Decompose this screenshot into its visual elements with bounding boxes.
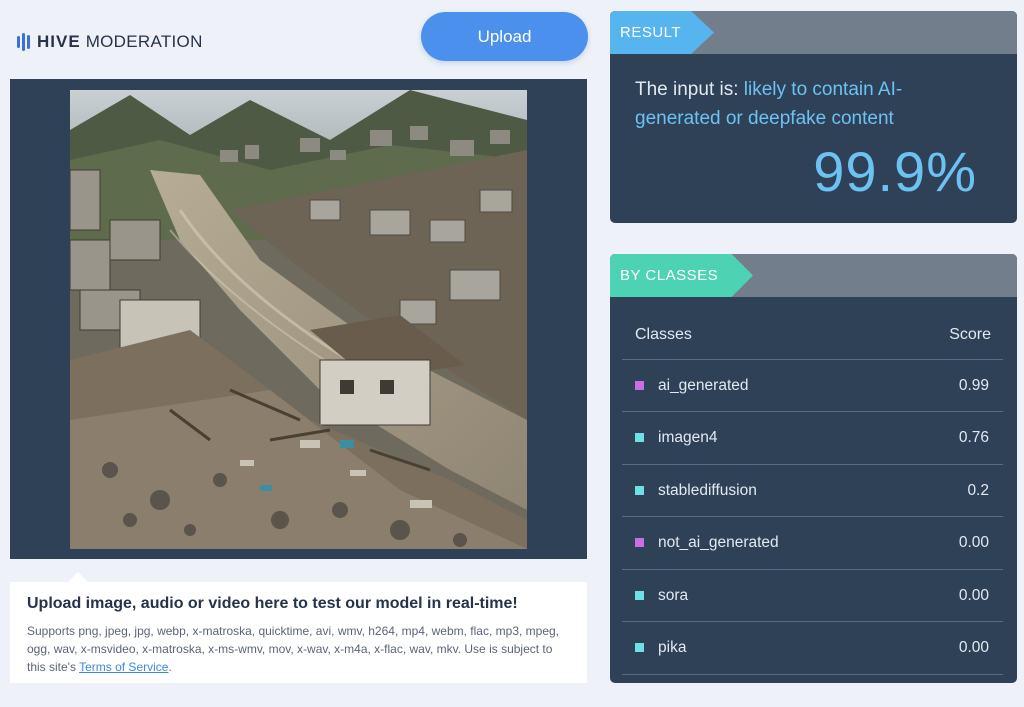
classes-column-header: Classes <box>635 326 692 343</box>
class-row-pika: pika 0.00 <box>622 621 1003 673</box>
result-prefix: The input is: <box>635 79 744 100</box>
class-color-swatch <box>635 433 644 442</box>
score-column-header: Score <box>949 326 991 343</box>
class-color-swatch <box>635 643 644 652</box>
class-score: 0.99 <box>958 377 989 394</box>
hive-logo-icon <box>17 33 30 51</box>
class-row-not-ai-generated: not_ai_generated 0.00 <box>622 516 1003 568</box>
result-card: RESULT The input is: likely to contain A… <box>610 11 1017 223</box>
image-preview-panel <box>10 79 587 559</box>
tos-suffix: . <box>168 660 172 674</box>
result-percent: 99.9% <box>813 140 977 203</box>
class-score: 0.2 <box>967 482 989 499</box>
class-row-sora: sora 0.00 <box>622 569 1003 621</box>
class-name: pika <box>658 639 687 656</box>
classes-table-header: Classes Score <box>635 326 991 344</box>
class-color-swatch <box>635 538 644 547</box>
table-bottom-divider <box>622 674 1003 675</box>
logo-text-moderation: MODERATION <box>85 32 203 51</box>
hive-moderation-logo[interactable]: HIVE MODERATION <box>17 32 203 52</box>
class-color-swatch <box>635 486 644 495</box>
class-score: 0.76 <box>958 429 989 446</box>
result-statement: The input is: likely to contain AI-gener… <box>635 75 965 133</box>
class-score: 0.00 <box>958 534 989 551</box>
class-score: 0.00 <box>958 639 989 656</box>
class-row-imagen4: imagen4 0.76 <box>622 411 1003 463</box>
upload-button[interactable]: Upload <box>421 12 588 61</box>
class-score: 0.00 <box>958 587 989 604</box>
class-name: sora <box>658 587 689 604</box>
logo-text-hive: HIVE <box>37 32 81 51</box>
class-name: stablediffusion <box>658 482 757 499</box>
class-color-swatch <box>635 381 644 390</box>
class-color-swatch <box>635 591 644 600</box>
upload-info-title: Upload image, audio or video here to tes… <box>27 595 518 612</box>
class-name: ai_generated <box>658 377 749 394</box>
class-row-ai-generated: ai_generated 0.99 <box>622 359 1003 411</box>
classes-tag: BY CLASSES <box>610 254 753 297</box>
classes-card: BY CLASSES Classes Score ai_generated 0.… <box>610 254 1017 683</box>
class-name: imagen4 <box>658 429 718 446</box>
upload-info-text: Supports png, jpeg, jpg, webp, x-matrosk… <box>27 622 570 676</box>
info-card-caret <box>68 572 88 582</box>
class-name: not_ai_generated <box>658 534 779 551</box>
class-row-stablediffusion: stablediffusion 0.2 <box>622 464 1003 516</box>
terms-of-service-link[interactable]: Terms of Service <box>79 660 168 674</box>
upload-info-card: Upload image, audio or video here to tes… <box>10 572 587 683</box>
uploaded-image <box>70 90 527 549</box>
